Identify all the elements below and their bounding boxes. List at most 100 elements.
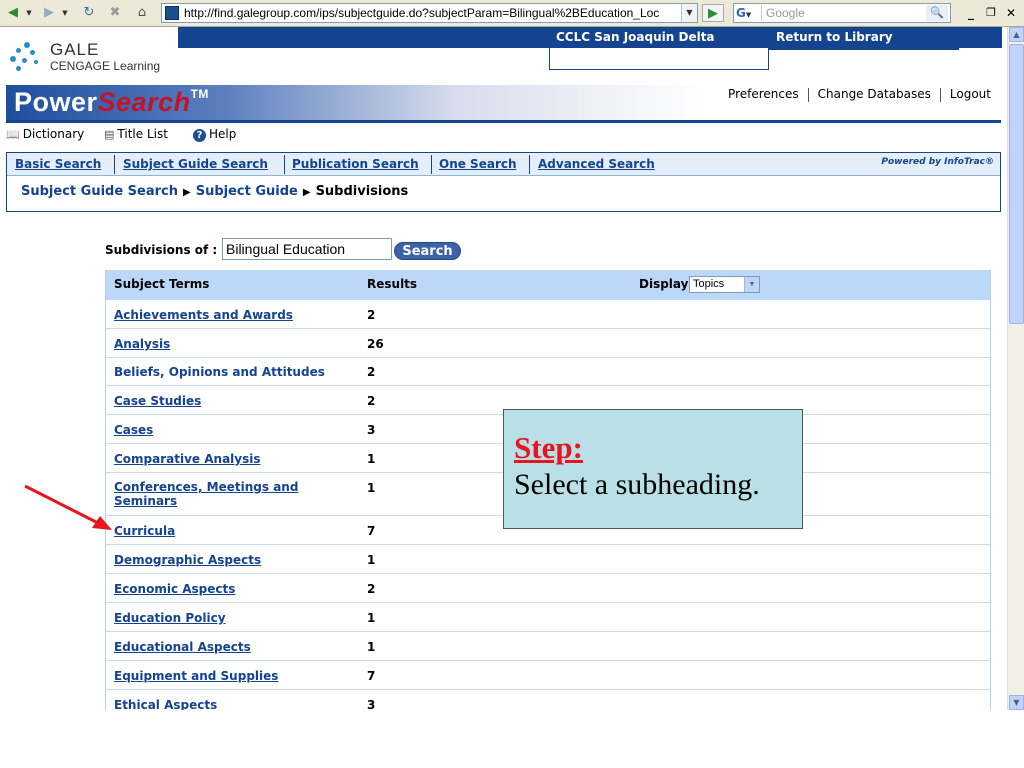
- restore-icon[interactable]: ❐: [982, 4, 1000, 22]
- subject-term-link[interactable]: Beliefs, Opinions and Attitudes: [114, 365, 374, 379]
- help-tool[interactable]: ? Help: [193, 127, 236, 142]
- search-magnifier-icon[interactable]: 🔍: [926, 5, 948, 21]
- subject-term-link[interactable]: Education Policy: [114, 611, 329, 625]
- search-tabs-box: Basic Search Subject Guide Search Public…: [6, 152, 1001, 212]
- result-count: 2: [367, 582, 376, 596]
- google-engine-icon[interactable]: G▼: [736, 5, 762, 21]
- search-button[interactable]: Search: [394, 242, 461, 260]
- subject-term-link[interactable]: Demographic Aspects: [114, 553, 329, 567]
- display-select-value: Topics: [693, 278, 725, 290]
- vertical-scrollbar[interactable]: ▲ ▼: [1007, 27, 1024, 710]
- forward-icon[interactable]: ▶: [40, 4, 58, 22]
- reload-icon[interactable]: ↻: [80, 4, 98, 22]
- scroll-down-icon[interactable]: ▼: [1009, 695, 1024, 710]
- table-row: Ethical Aspects 3: [106, 690, 990, 710]
- table-row: Economic Aspects 2: [106, 574, 990, 603]
- url-bar[interactable]: http://find.galegroup.com/ips/subjectgui…: [161, 3, 698, 23]
- step-callout: Step: Select a subheading.: [503, 409, 803, 529]
- home-icon[interactable]: ⌂: [132, 4, 152, 22]
- table-row: Analysis 26: [106, 329, 990, 358]
- return-to-library-link[interactable]: Return to Library: [776, 30, 893, 44]
- subject-term-link[interactable]: Achievements and Awards: [114, 308, 329, 322]
- subject-term-link[interactable]: Curricula: [114, 524, 329, 538]
- preferences-link[interactable]: Preferences: [728, 87, 799, 101]
- subject-term-link[interactable]: Equipment and Supplies: [114, 669, 329, 683]
- result-count: 1: [367, 640, 376, 654]
- subdivisions-input[interactable]: [222, 238, 392, 260]
- gale-logo[interactable]: GALE CENGAGE Learning: [10, 38, 180, 78]
- title-list-tool[interactable]: ▤ Title List: [104, 127, 168, 141]
- tab-publication-search[interactable]: Publication Search: [292, 157, 419, 171]
- subject-term-link[interactable]: Analysis: [114, 337, 329, 351]
- table-row: Education Policy 1: [106, 603, 990, 632]
- table-row: Demographic Aspects 1: [106, 545, 990, 574]
- breadcrumb-subject-guide[interactable]: Subject Guide: [196, 184, 298, 199]
- result-count: 2: [367, 308, 376, 322]
- user-links: Preferences Change Databases Logout: [716, 86, 991, 104]
- table-row: Equipment and Supplies 7: [106, 661, 990, 690]
- tab-advanced-search[interactable]: Advanced Search: [538, 157, 655, 171]
- result-count: 26: [367, 337, 384, 351]
- tab-basic-search[interactable]: Basic Search: [15, 157, 101, 171]
- back-dropdown-icon[interactable]: ▼: [24, 4, 34, 22]
- table-row: Beliefs, Opinions and Attitudes 2: [106, 358, 990, 386]
- help-icon: ?: [193, 129, 206, 142]
- subject-term-link[interactable]: Educational Aspects: [114, 640, 329, 654]
- step-instruction: Select a subheading.: [514, 468, 760, 501]
- breadcrumb: Subject Guide Search ▶ Subject Guide ▶ Subdi…: [21, 184, 408, 199]
- table-header: Subject Terms Results Display Topics ▼: [106, 270, 990, 300]
- subject-term-link[interactable]: Comparative Analysis: [114, 452, 329, 466]
- minimize-icon[interactable]: _: [962, 4, 980, 22]
- subject-term-link[interactable]: Ethical Aspects: [114, 698, 329, 710]
- back-icon[interactable]: ◀: [4, 4, 22, 22]
- result-count: 2: [367, 394, 376, 408]
- subject-term-link[interactable]: Case Studies: [114, 394, 329, 408]
- subject-term-link[interactable]: Conferences, Meetings and Seminars: [114, 480, 319, 508]
- title-list-label: Title List: [117, 127, 168, 141]
- table-row: Educational Aspects 1: [106, 632, 990, 661]
- result-count: 7: [367, 524, 376, 538]
- chevron-down-icon[interactable]: ▼: [744, 277, 759, 292]
- browser-toolbar: ◀ ▼ ▶ ▼ ↻ ✖ ⌂ http://find.galegroup.com/…: [0, 0, 1024, 27]
- result-count: 1: [367, 611, 376, 625]
- gale-name: GALE: [50, 40, 100, 59]
- go-arrow-icon[interactable]: ▶: [702, 4, 724, 22]
- library-name: CCLC San Joaquin Delta: [556, 30, 715, 44]
- breadcrumb-arrow-icon: ▶: [183, 187, 191, 198]
- scroll-thumb[interactable]: [1009, 44, 1024, 324]
- breadcrumb-current: Subdivisions: [315, 184, 409, 199]
- dictionary-tool[interactable]: 📖 Dictionary: [6, 127, 84, 141]
- tab-one-search[interactable]: One Search: [439, 157, 517, 171]
- logout-link[interactable]: Logout: [950, 87, 991, 101]
- scroll-up-icon[interactable]: ▲: [1009, 27, 1024, 42]
- url-dropdown-icon[interactable]: ▼: [681, 4, 697, 22]
- result-count: 7: [367, 669, 376, 683]
- header-display: Display: [639, 277, 689, 291]
- google-search-box[interactable]: G▼ Google 🔍: [733, 3, 951, 23]
- return-underline: [769, 48, 959, 50]
- header-results: Results: [367, 277, 418, 291]
- tab-subject-guide-search[interactable]: Subject Guide Search: [123, 157, 268, 171]
- subject-term-link[interactable]: Economic Aspects: [114, 582, 329, 596]
- gale-dots-icon: [10, 42, 44, 72]
- google-search-input[interactable]: Google: [766, 6, 805, 20]
- result-count: 1: [367, 553, 376, 567]
- subject-term-link[interactable]: Cases: [114, 423, 329, 437]
- result-count: 1: [367, 481, 376, 495]
- display-select[interactable]: Topics ▼: [689, 276, 760, 293]
- help-label: Help: [209, 127, 237, 141]
- powersearch-logo: PowerSearchTM: [14, 87, 209, 118]
- forward-dropdown-icon[interactable]: ▼: [60, 4, 70, 22]
- header-subject-terms: Subject Terms: [114, 277, 210, 291]
- breadcrumb-arrow-icon: ▶: [302, 187, 311, 198]
- close-icon[interactable]: ✕: [1002, 4, 1020, 22]
- logo-power: Power: [14, 87, 98, 117]
- stop-icon[interactable]: ✖: [106, 4, 124, 22]
- breadcrumb-subject-guide-search[interactable]: Subject Guide Search: [21, 184, 178, 199]
- red-arrow-icon: [24, 484, 112, 530]
- change-databases-link[interactable]: Change Databases: [818, 87, 931, 101]
- dictionary-label: Dictionary: [22, 127, 85, 141]
- result-count: 3: [367, 423, 376, 437]
- top-bar: CCLC San Joaquin Delta Return to Library: [178, 27, 1002, 48]
- result-count: 1: [367, 452, 376, 466]
